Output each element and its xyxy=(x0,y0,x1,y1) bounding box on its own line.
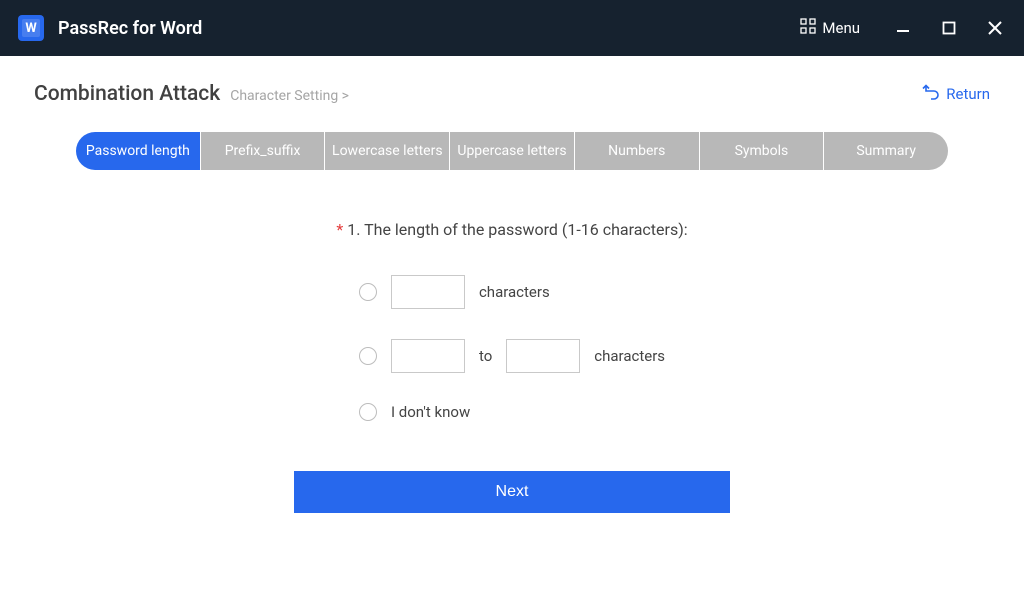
tab-summary[interactable]: Summary xyxy=(824,132,948,170)
tab-symbols[interactable]: Symbols xyxy=(700,132,825,170)
menu-grid-icon xyxy=(800,18,816,38)
option-dont-know: I don't know xyxy=(359,403,665,421)
option-exact-length: characters xyxy=(359,275,665,309)
minimize-icon xyxy=(895,20,911,36)
maximize-icon xyxy=(942,21,956,35)
return-icon xyxy=(922,84,940,104)
options-group: characters to characters I don't know xyxy=(359,275,665,421)
breadcrumb-sub[interactable]: Character Setting > xyxy=(230,88,349,104)
tab-prefix-suffix[interactable]: Prefix_suffix xyxy=(201,132,326,170)
option2-to: to xyxy=(479,347,492,365)
tab-uppercase-letters[interactable]: Uppercase letters xyxy=(450,132,575,170)
option-range-length: to characters xyxy=(359,339,665,373)
tab-numbers[interactable]: Numbers xyxy=(575,132,700,170)
menu-button[interactable]: Menu xyxy=(800,18,860,38)
tabs-bar: Password length Prefix_suffix Lowercase … xyxy=(76,132,948,170)
radio-range-length[interactable] xyxy=(359,347,377,365)
range-min-input[interactable] xyxy=(391,339,465,373)
titlebar: W PassRec for Word Menu xyxy=(0,0,1024,56)
close-button[interactable] xyxy=(984,17,1006,39)
minimize-button[interactable] xyxy=(892,17,914,39)
app-window: W PassRec for Word Menu xyxy=(0,0,1024,590)
return-label: Return xyxy=(946,85,990,103)
app-title: PassRec for Word xyxy=(58,18,800,39)
radio-exact-length[interactable] xyxy=(359,283,377,301)
word-icon: W xyxy=(22,19,40,37)
option1-suffix: characters xyxy=(479,283,550,301)
maximize-button[interactable] xyxy=(938,17,960,39)
option2-suffix: characters xyxy=(594,347,665,365)
tab-password-length[interactable]: Password length xyxy=(76,132,201,170)
radio-dont-know[interactable] xyxy=(359,403,377,421)
range-max-input[interactable] xyxy=(506,339,580,373)
tab-lowercase-letters[interactable]: Lowercase letters xyxy=(325,132,450,170)
required-mark: * xyxy=(336,220,343,239)
menu-label: Menu xyxy=(822,19,860,37)
question-label: *1. The length of the password (1-16 cha… xyxy=(336,220,687,239)
form-area: *1. The length of the password (1-16 cha… xyxy=(34,220,990,570)
content-area: Combination Attack Character Setting > R… xyxy=(0,56,1024,590)
exact-length-input[interactable] xyxy=(391,275,465,309)
breadcrumb: Combination Attack Character Setting > xyxy=(34,82,349,106)
breadcrumb-main: Combination Attack xyxy=(34,82,220,106)
close-icon xyxy=(987,20,1003,36)
option3-label: I don't know xyxy=(391,403,470,421)
return-button[interactable]: Return xyxy=(922,84,990,104)
app-icon: W xyxy=(18,15,44,41)
next-button[interactable]: Next xyxy=(294,471,730,513)
